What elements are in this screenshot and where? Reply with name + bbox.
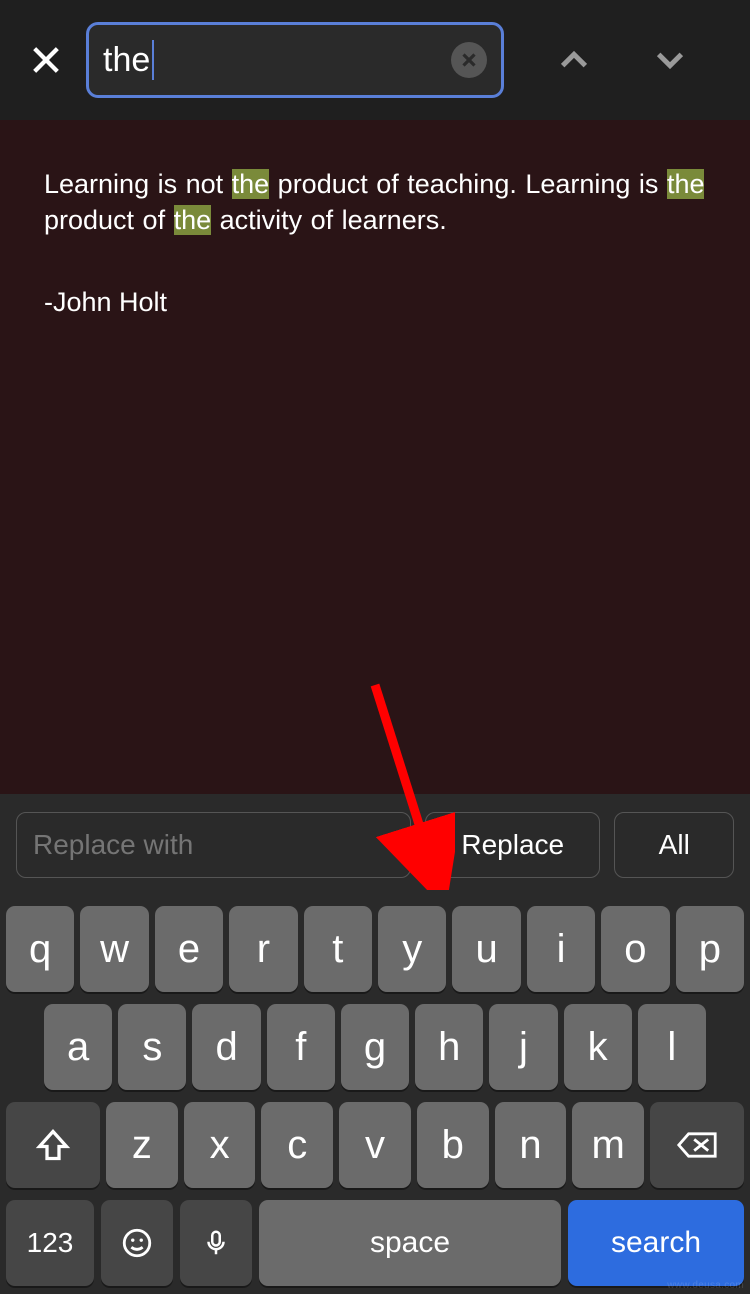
- key-c[interactable]: c: [261, 1102, 333, 1188]
- key-z[interactable]: z: [106, 1102, 178, 1188]
- key-u[interactable]: u: [452, 906, 520, 992]
- symbols-key[interactable]: 123: [6, 1200, 94, 1286]
- replace-bar: Replace All: [0, 794, 750, 896]
- key-v[interactable]: v: [339, 1102, 411, 1188]
- key-w[interactable]: w: [80, 906, 148, 992]
- key-a[interactable]: a: [44, 1004, 112, 1090]
- text-segment: activity of learners.: [211, 205, 447, 235]
- next-match-icon[interactable]: [648, 38, 692, 82]
- key-f[interactable]: f: [267, 1004, 335, 1090]
- key-s[interactable]: s: [118, 1004, 186, 1090]
- highlighted-match: the: [667, 169, 705, 199]
- backspace-key[interactable]: [650, 1102, 744, 1188]
- key-m[interactable]: m: [572, 1102, 644, 1188]
- text-segment: product of teaching. Learning is: [269, 169, 667, 199]
- prev-match-icon[interactable]: [552, 38, 596, 82]
- key-q[interactable]: q: [6, 906, 74, 992]
- key-e[interactable]: e: [155, 906, 223, 992]
- keyboard: qwertyuiop asdfghjkl zxcvbnm 123 space s…: [0, 896, 750, 1294]
- text-segment: Learning is not: [44, 169, 232, 199]
- key-x[interactable]: x: [184, 1102, 256, 1188]
- highlighted-match: the: [174, 205, 212, 235]
- key-p[interactable]: p: [676, 906, 744, 992]
- nav-arrows: [552, 38, 692, 82]
- key-o[interactable]: o: [601, 906, 669, 992]
- replace-input[interactable]: [16, 812, 411, 878]
- key-d[interactable]: d: [192, 1004, 260, 1090]
- space-key[interactable]: space: [259, 1200, 561, 1286]
- key-i[interactable]: i: [527, 906, 595, 992]
- replace-button[interactable]: Replace: [425, 812, 600, 878]
- text-segment: product of: [44, 205, 174, 235]
- clear-icon[interactable]: [451, 42, 487, 78]
- search-input-text: the: [103, 41, 150, 80]
- replace-all-button[interactable]: All: [614, 812, 734, 878]
- document-area[interactable]: Learning is not the product of teaching.…: [0, 120, 750, 794]
- document-text: Learning is not the product of teaching.…: [44, 166, 706, 239]
- highlighted-match: the: [232, 169, 270, 199]
- key-n[interactable]: n: [495, 1102, 567, 1188]
- author-line: -John Holt: [44, 287, 706, 318]
- search-toolbar: the: [0, 0, 750, 120]
- search-key[interactable]: search: [568, 1200, 744, 1286]
- text-cursor: [152, 40, 154, 80]
- key-b[interactable]: b: [417, 1102, 489, 1188]
- emoji-key[interactable]: [101, 1200, 173, 1286]
- key-t[interactable]: t: [304, 906, 372, 992]
- key-j[interactable]: j: [489, 1004, 557, 1090]
- search-field-container[interactable]: the: [86, 22, 504, 98]
- key-g[interactable]: g: [341, 1004, 409, 1090]
- key-k[interactable]: k: [564, 1004, 632, 1090]
- key-h[interactable]: h: [415, 1004, 483, 1090]
- key-r[interactable]: r: [229, 906, 297, 992]
- key-l[interactable]: l: [638, 1004, 706, 1090]
- close-icon[interactable]: [24, 38, 68, 82]
- mic-key[interactable]: [180, 1200, 252, 1286]
- key-y[interactable]: y: [378, 906, 446, 992]
- shift-key[interactable]: [6, 1102, 100, 1188]
